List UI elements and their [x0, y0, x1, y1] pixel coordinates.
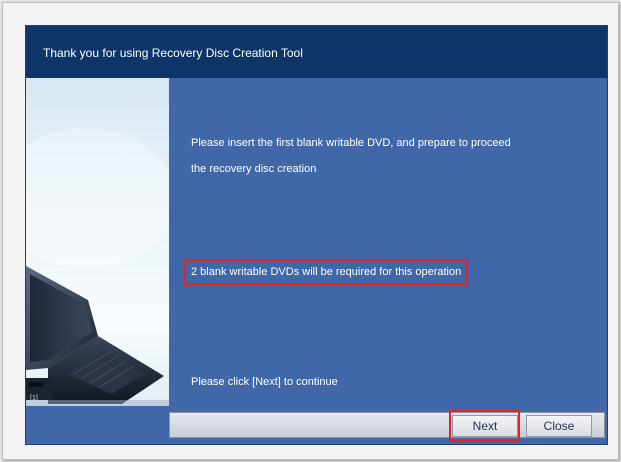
screenshot-frame: Thank you for using Recovery Disc Creati…	[2, 2, 619, 460]
close-button[interactable]: Close	[526, 415, 592, 437]
dialog-title: Thank you for using Recovery Disc Creati…	[43, 46, 303, 60]
insert-dvd-message: Please insert the first blank writable D…	[191, 137, 511, 149]
insert-dvd-message-continued: the recovery disc creation	[191, 163, 317, 175]
title-bar: Thank you for using Recovery Disc Creati…	[26, 26, 607, 78]
button-bar: Next Close	[26, 406, 607, 444]
next-button[interactable]: Next	[452, 415, 518, 437]
laptop-illustration: [1]	[26, 78, 169, 406]
dvd-requirement-callout: 2 blank writable DVDs will be required f…	[184, 259, 469, 285]
recovery-dialog: Thank you for using Recovery Disc Creati…	[25, 25, 608, 445]
continue-instruction: Please click [Next] to continue	[191, 376, 338, 388]
laptop-image: [1]	[26, 128, 169, 406]
dvd-requirement-text: 2 blank writable DVDs will be required f…	[191, 266, 462, 278]
content-panel: Please insert the first blank writable D…	[169, 78, 607, 406]
